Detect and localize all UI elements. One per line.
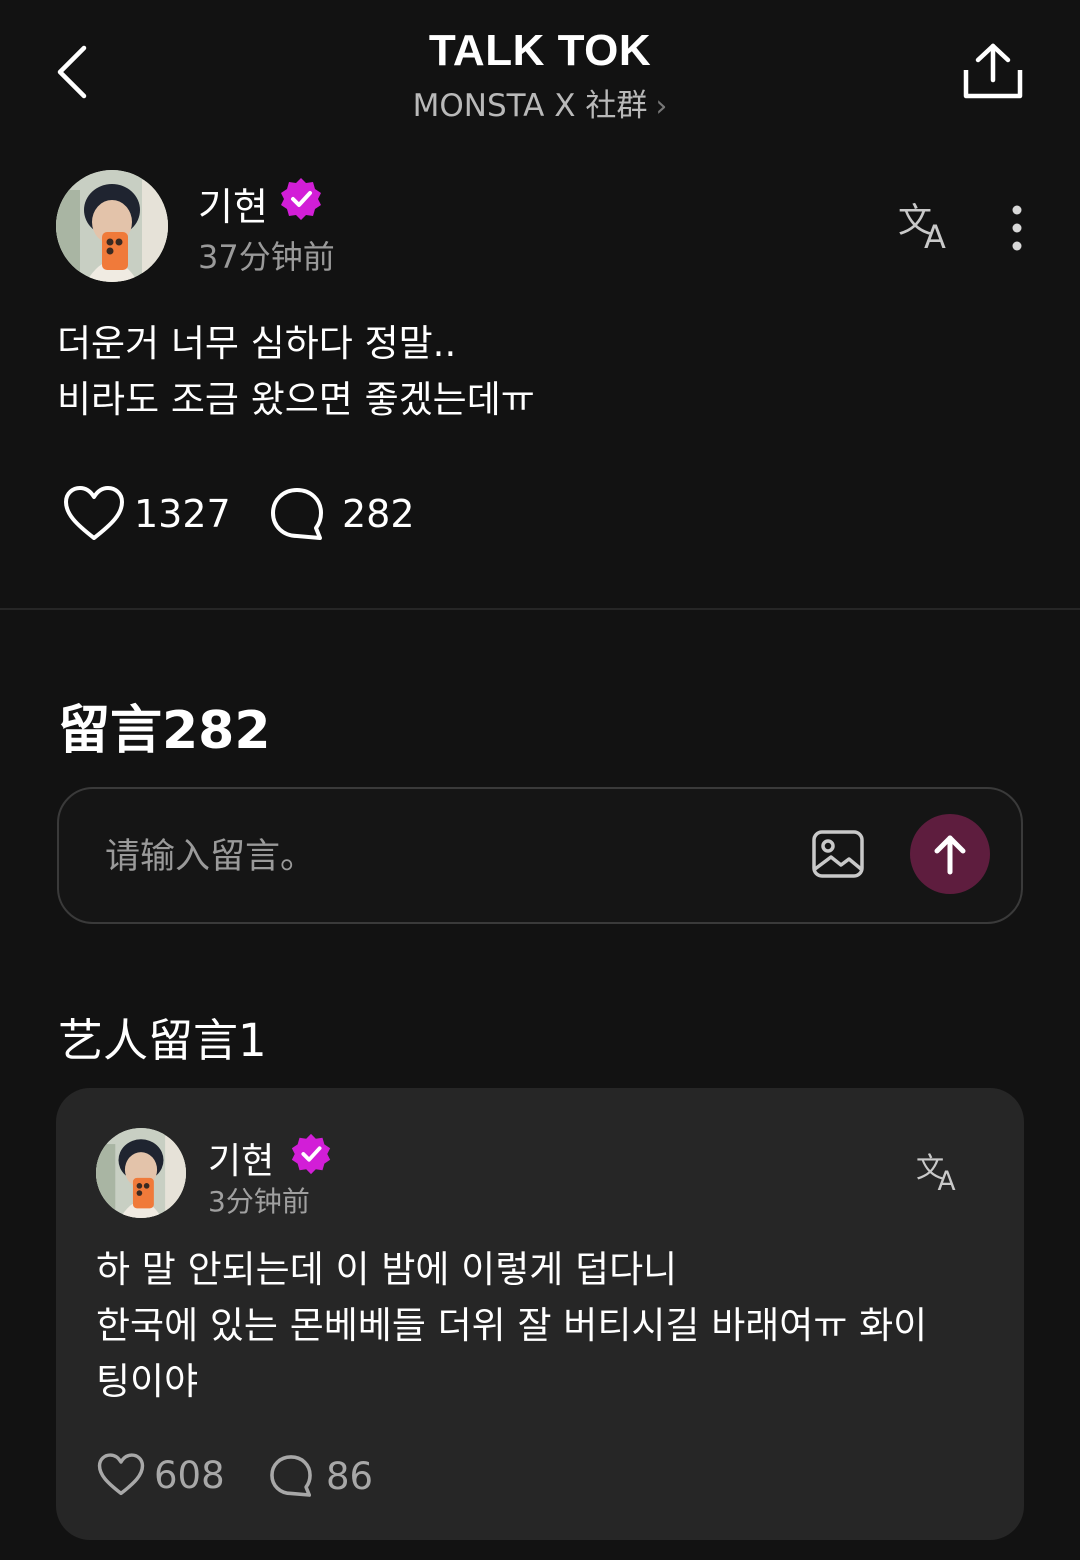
avatar-image [56,170,168,282]
comment-reply-button[interactable]: 86 [268,1452,373,1500]
post-comment-count: 282 [342,492,415,536]
comment-timestamp: 3分钟前 [208,1185,310,1218]
post-like-button[interactable]: 1327 [62,484,231,544]
translate-icon: 文 A [916,1151,956,1197]
post-body: 더운거 너무 심하다 정말.. 비라도 조금 왔으면 좋겠는데ㅠ [57,322,535,421]
community-link[interactable]: MONSTA X 社群 › [0,80,1080,125]
svg-text:A: A [938,1166,956,1194]
page-title: TALK TOK [428,26,652,75]
comment-reply-count: 86 [326,1454,374,1498]
share-upload-icon [963,43,1023,99]
artist-comment-card: 기현 3分钟前 文 A 하 말 안되는데 이 밤에 이렇게 덥다니 한국에 있는… [56,1088,1024,1540]
verified-badge-icon [289,1132,333,1176]
post-timestamp: 37分钟前 [198,238,335,276]
community-name: MONSTA X 社群 [412,88,648,124]
heart-icon [97,1453,145,1496]
artist-comments-heading: 艺人留言1 [58,1014,267,1067]
translate-icon: 文 A [898,201,946,256]
send-button[interactable] [910,814,990,894]
arrow-up-icon [934,835,966,875]
comment-input[interactable] [105,829,745,885]
attach-image-button[interactable] [811,829,865,879]
post-like-count: 1327 [134,492,231,536]
translate-button[interactable]: 文 A [898,198,956,256]
author-name[interactable]: 기현 [198,176,268,231]
heart-icon [64,486,124,540]
post-comment-button[interactable]: 282 [268,484,415,544]
comment-like-button[interactable]: 608 [96,1452,225,1498]
comment-bubble-icon [271,488,323,540]
comment-author-name[interactable]: 기현 [208,1132,274,1184]
talk-tok-post-page: TALK TOK MONSTA X 社群 › 기현 37分钟前 文 A 더운거 … [0,0,1080,1560]
verified-badge-icon [278,176,324,222]
share-button[interactable] [958,40,1028,104]
comment-author-avatar[interactable] [96,1128,186,1218]
comments-heading: 留言282 [58,701,271,761]
chevron-right-icon: › [655,89,668,124]
image-icon [812,830,864,878]
more-options-button[interactable] [1000,202,1034,254]
comment-bubble-icon [270,1455,312,1497]
comment-body: 하 말 안되는데 이 밤에 이렇게 덥다니 한국에 있는 몬베베들 더위 잘 버… [96,1248,928,1403]
section-divider [0,608,1080,610]
svg-text:A: A [924,218,946,252]
avatar-image [96,1128,186,1218]
author-avatar[interactable] [56,170,168,282]
more-vertical-icon [1012,205,1022,251]
comment-composer [57,787,1023,924]
comment-translate-button[interactable]: 文 A [916,1148,964,1197]
comment-like-count: 608 [154,1453,225,1497]
